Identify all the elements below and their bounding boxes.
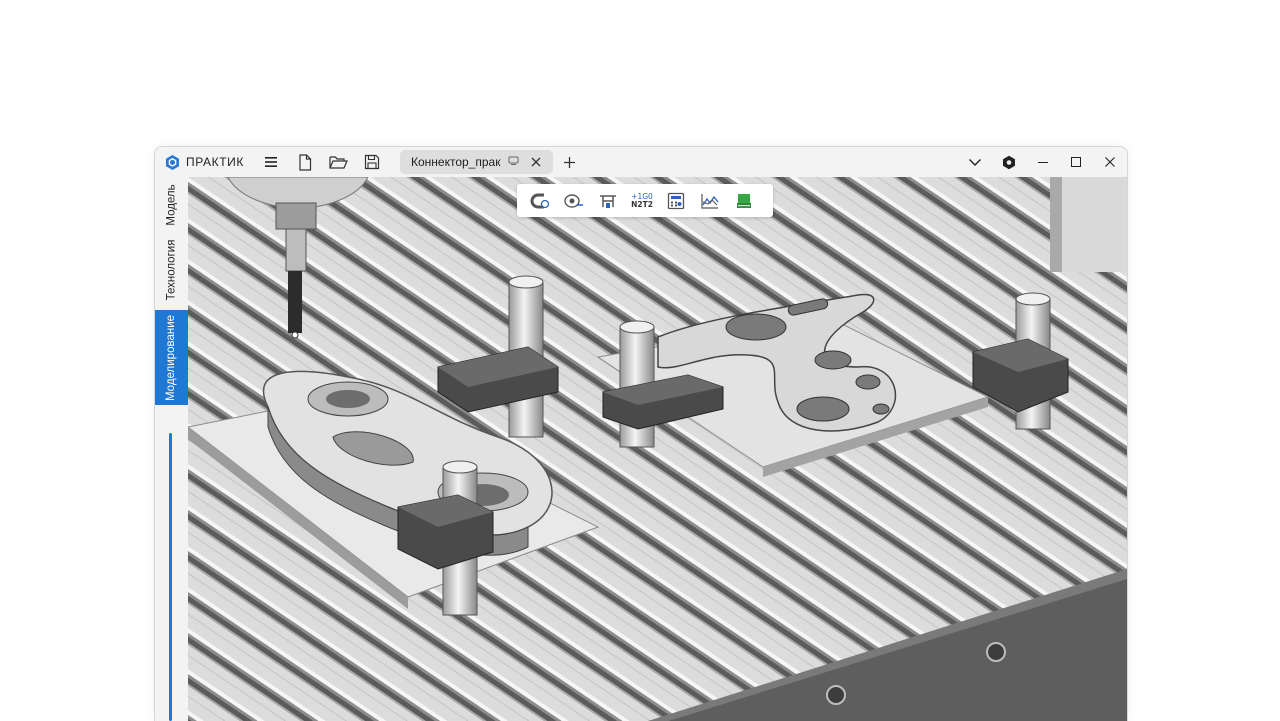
gcode-tool-button[interactable]: +1G0 N2T2 xyxy=(625,188,659,214)
hexagon-logo-icon xyxy=(166,154,179,170)
sidebar-tab-simulation[interactable]: Моделирование xyxy=(155,310,188,405)
new-file-button[interactable] xyxy=(294,152,316,172)
tab-list-button[interactable] xyxy=(963,152,987,172)
plus-icon xyxy=(563,156,575,168)
open-folder-icon xyxy=(328,156,348,169)
menu-button[interactable] xyxy=(260,152,282,172)
app-logo: ПРАКТИК xyxy=(164,153,244,171)
measure-icon xyxy=(564,193,583,208)
sidebar-tab-label: Технология xyxy=(165,239,178,301)
save-icon xyxy=(364,154,380,170)
new-tab-button[interactable] xyxy=(558,152,580,172)
title-bar: ПРАКТИК Коннектор_прак xyxy=(155,147,1127,177)
new-file-icon xyxy=(299,153,312,171)
calculator-tool-button[interactable] xyxy=(659,188,693,214)
close-window-button[interactable] xyxy=(1098,152,1122,172)
sidebar-tab-technology[interactable]: Технология xyxy=(155,235,188,305)
simulation-timeline-bar[interactable] xyxy=(169,433,172,721)
calculator-icon xyxy=(667,192,685,209)
settings-button[interactable] xyxy=(997,152,1021,172)
sidebar-tab-model[interactable]: Модель xyxy=(155,177,188,232)
magnet-tool-button[interactable] xyxy=(523,188,557,214)
caliper-tool-button[interactable] xyxy=(591,188,625,214)
graph-icon xyxy=(701,193,719,209)
stock-tool-button[interactable] xyxy=(727,188,761,214)
close-icon xyxy=(1105,157,1115,167)
app-name: ПРАКТИК xyxy=(186,155,244,169)
simulation-toolbar: +1G0 N2T2 xyxy=(517,184,773,217)
machining-scene-render xyxy=(188,177,1127,721)
minimize-button[interactable] xyxy=(1031,152,1055,172)
hexagon-nut-icon xyxy=(1003,155,1015,169)
document-tab[interactable]: Коннектор_практик xyxy=(400,150,553,174)
sidebar-tab-label: Модель xyxy=(165,183,178,226)
minimize-icon xyxy=(1038,162,1048,163)
gcode-icon: +1G0 N2T2 xyxy=(631,191,653,209)
hamburger-menu-icon xyxy=(265,157,277,167)
tab-close-icon[interactable] xyxy=(529,155,543,169)
graph-tool-button[interactable] xyxy=(693,188,727,214)
measure-tool-button[interactable] xyxy=(557,188,591,214)
3d-viewport[interactable]: +1G0 N2T2 xyxy=(188,177,1127,721)
chevron-down-icon xyxy=(969,158,981,166)
stock-icon xyxy=(737,193,751,208)
maximize-button[interactable] xyxy=(1064,152,1088,172)
app-window: ПРАКТИК Коннектор_прак Модель Технология… xyxy=(154,146,1128,721)
sidebar-tab-label: Моделирование xyxy=(165,314,178,401)
monitor-icon xyxy=(508,156,519,165)
magnet-icon xyxy=(530,193,550,208)
left-sidebar: Модель Технология Моделирование xyxy=(155,177,188,721)
open-file-button[interactable] xyxy=(327,152,349,172)
caliper-icon xyxy=(600,194,616,208)
save-button[interactable] xyxy=(361,152,383,172)
tab-title: Коннектор_практик xyxy=(411,155,501,169)
maximize-icon xyxy=(1071,157,1081,167)
